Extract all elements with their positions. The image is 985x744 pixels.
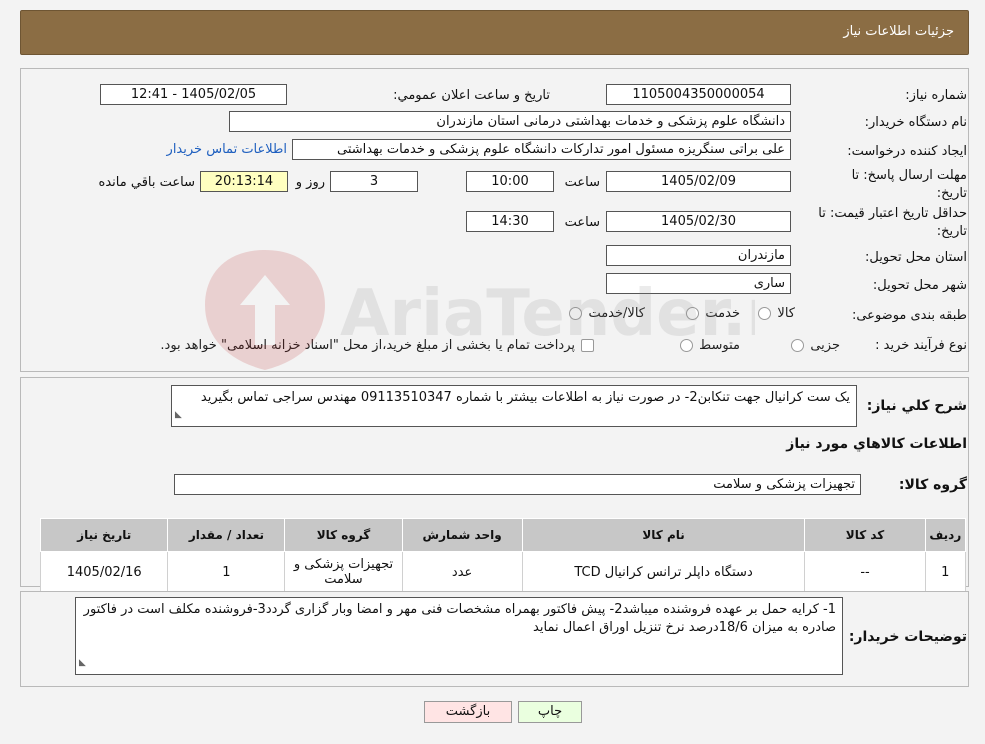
buyer-contact-link[interactable]: اطلاعات تماس خریدار [167, 142, 287, 157]
process-option-partial[interactable]: جزیی [785, 338, 840, 353]
remaining-time-field: 20:13:14 [200, 171, 288, 192]
page-title: جزئیات اطلاعات نیاز [843, 24, 954, 39]
process-label: نوع فرآیند خرید : [875, 338, 967, 353]
goods-table: رديف کد کالا نام کالا واحد شمارش گروه کا… [39, 518, 967, 593]
col-need-date: تاریخ نیاز [39, 518, 169, 552]
summary-label: شرح کلي نياز: [866, 398, 967, 414]
buyer-org-label: نام دستگاه خریدار: [864, 115, 967, 130]
table-row: 1 -- دستگاه داپلر ترانس کرانیال TCD عدد … [39, 551, 967, 593]
deadline-date-field: 1405/02/09 [606, 171, 791, 192]
col-row: رديف [924, 518, 967, 552]
remaining-label: ساعت باقي مانده [98, 175, 195, 190]
deadline-label: مهلت ارسال پاسخ: تا تاریخ: [851, 168, 967, 201]
announce-label: تاريخ و ساعت اعلان عمومي: [393, 88, 550, 103]
price-validity-time-label: ساعت [564, 215, 600, 230]
resize-handle-icon[interactable]: ◢ [175, 406, 182, 424]
need-number-label: شماره نیاز: [905, 88, 967, 103]
days-field: 3 [330, 171, 418, 192]
days-label: روز و [295, 175, 325, 190]
cell-need-date: 1405/02/16 [39, 551, 169, 593]
print-button[interactable]: چاپ [518, 701, 582, 723]
watermark-logo: AriaTender.neT [205, 250, 755, 370]
announce-field: 1405/02/05 - 12:41 [100, 84, 287, 105]
buyer-org-field: دانشگاه علوم پزشکی و خدمات بهداشتی درمان… [229, 111, 791, 132]
cell-code: -- [804, 551, 926, 593]
price-validity-time-field: 14:30 [466, 211, 554, 232]
cell-row: 1 [924, 551, 967, 593]
cell-quantity: 1 [167, 551, 286, 593]
col-group: گروه کالا [284, 518, 403, 552]
city-label: شهر محل تحویل: [872, 278, 967, 293]
price-validity-label: حداقل تاریخ اعتبار قیمت: تا تاریخ: [818, 206, 967, 239]
goods-group-field: تجهیزات پزشکی و سلامت [174, 474, 861, 495]
deadline-time-field: 10:00 [466, 171, 554, 192]
deadline-time-label: ساعت [564, 175, 600, 190]
page-header: جزئیات اطلاعات نیاز [20, 10, 969, 55]
cell-group: تجهیزات پزشکی و سلامت [284, 551, 403, 593]
requester-label: ایجاد کننده درخواست: [847, 144, 967, 159]
resize-handle-icon[interactable]: ◢ [79, 654, 86, 672]
col-name: نام کالا [521, 518, 806, 552]
goods-section-title: اطلاعات کالاهاي مورد نياز [786, 436, 967, 452]
table-header-row: رديف کد کالا نام کالا واحد شمارش گروه کا… [39, 518, 967, 552]
buyer-notes-textarea[interactable]: 1- کرایه حمل بر عهده فروشنده میباشد2- پی… [75, 597, 843, 675]
province-label: استان محل تحویل: [865, 250, 967, 265]
category-label: طبقه بندی موضوعی: [851, 308, 967, 323]
radio-icon[interactable] [758, 307, 772, 320]
col-quantity: تعداد / مقدار [167, 518, 286, 552]
radio-icon[interactable] [791, 339, 805, 352]
cell-name: دستگاه داپلر ترانس کرانیال TCD [521, 551, 806, 593]
col-code: کد کالا [804, 518, 926, 552]
cell-unit: عدد [401, 551, 523, 593]
col-unit: واحد شمارش [401, 518, 523, 552]
buyer-notes-text: 1- کرایه حمل بر عهده فروشنده میباشد2- پی… [83, 602, 836, 635]
summary-text: یک ست کرانیال جهت تنکابن2- در صورت نیاز … [200, 390, 850, 405]
goods-group-label: گروه کالا: [898, 477, 967, 493]
back-button[interactable]: بازگشت [424, 701, 512, 723]
summary-textarea[interactable]: یک ست کرانیال جهت تنکابن2- در صورت نیاز … [171, 385, 857, 427]
need-number-field: 1105004350000054 [606, 84, 791, 105]
requester-field: علی براتی سنگریزه مسئول امور تدارکات دان… [292, 139, 791, 160]
buyer-notes-label: توضیحات خریدار: [848, 629, 967, 645]
price-validity-date-field: 1405/02/30 [606, 211, 791, 232]
category-option-goods[interactable]: کالا [752, 306, 795, 321]
watermark-text: AriaTender.neT [340, 277, 755, 351]
